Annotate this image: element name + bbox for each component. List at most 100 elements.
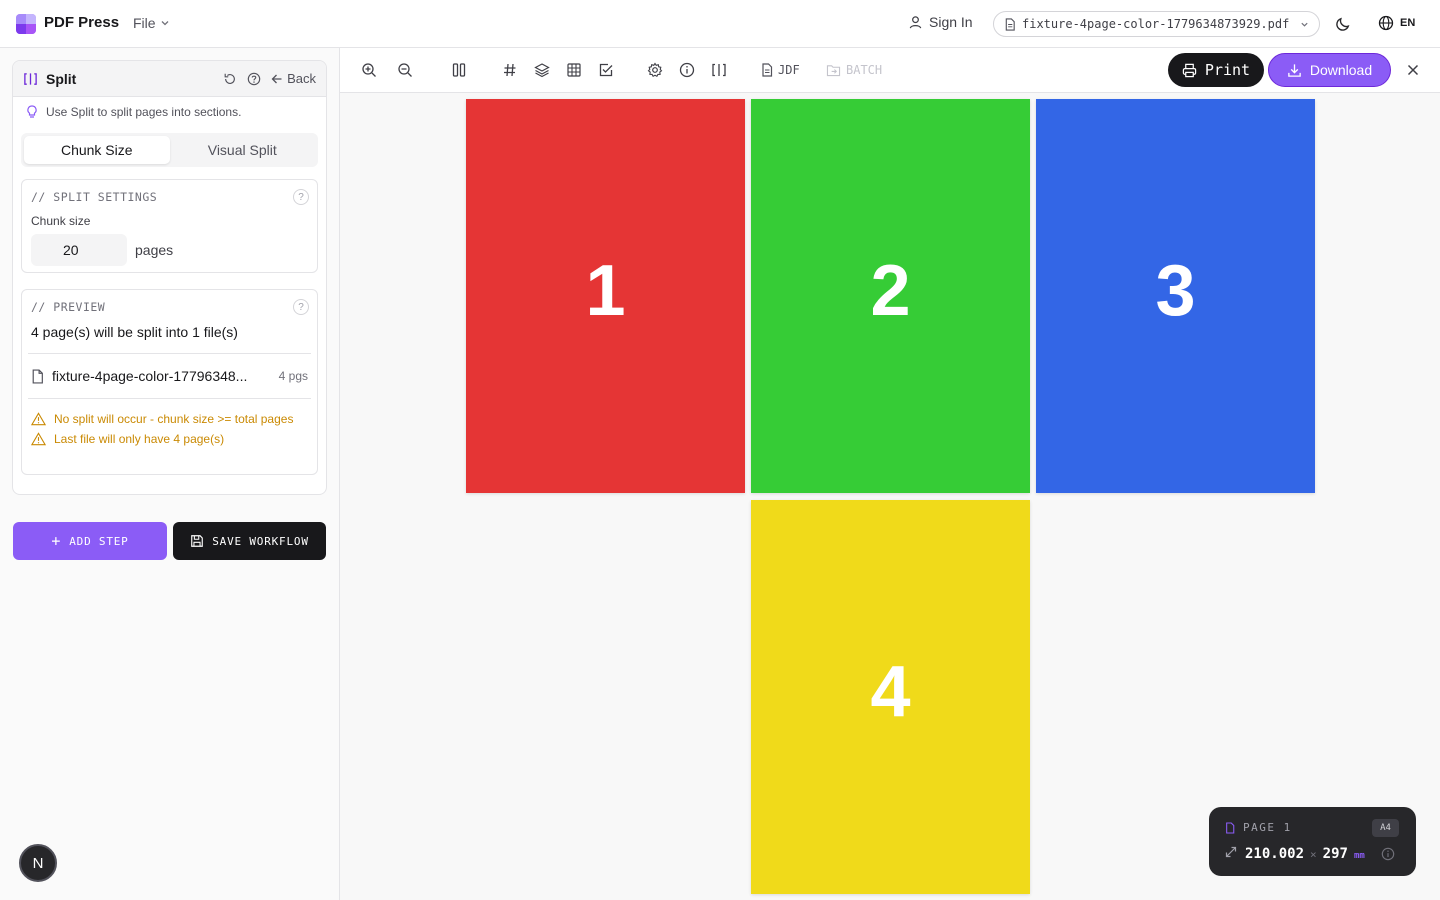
hash-icon[interactable] [502, 62, 518, 78]
page-thumbnail-2[interactable]: 2 [751, 99, 1030, 493]
split-settings-card: // SPLIT SETTINGS ? Chunk size 20 pages [21, 179, 318, 273]
n-badge-button[interactable]: N [19, 844, 57, 882]
paper-size-badge: A4 [1372, 819, 1399, 837]
page-width: 210.002 [1245, 846, 1305, 862]
check-square-icon[interactable] [598, 62, 614, 78]
close-icon[interactable] [1405, 62, 1421, 78]
back-button[interactable]: Back [271, 71, 316, 86]
download-button[interactable]: Download [1268, 53, 1391, 87]
chevron-down-icon [161, 21, 169, 26]
download-label: Download [1309, 62, 1373, 78]
jdf-label: JDF [778, 63, 800, 77]
sidebar: Split Back Use Split to split pages into… [0, 48, 340, 900]
page-thumbnail-4[interactable]: 4 [751, 500, 1030, 894]
warning-row: Last file will only have 4 page(s) [22, 431, 317, 447]
split-icon[interactable] [711, 62, 727, 78]
chunk-size-unit: pages [135, 242, 174, 258]
lightbulb-icon [27, 105, 37, 118]
page-height: 297 [1322, 846, 1348, 862]
file-menu[interactable]: File [133, 15, 170, 31]
printer-icon [1182, 63, 1197, 77]
reset-icon[interactable] [223, 72, 237, 86]
tab-chunk-size[interactable]: Chunk Size [24, 136, 170, 164]
unit-label: mm [1353, 851, 1365, 861]
times-sign: × [1310, 848, 1317, 861]
sign-in-label: Sign In [929, 14, 973, 30]
language-selector[interactable]: EN [1378, 15, 1415, 31]
print-label: Print [1204, 61, 1251, 79]
resize-icon [1225, 846, 1237, 858]
plus-icon: + [51, 532, 62, 550]
theme-toggle-button[interactable] [1335, 15, 1352, 37]
page-number: 2 [870, 251, 911, 331]
page-dimensions: 210.002 × 297 mm [1225, 846, 1365, 862]
back-label: Back [287, 71, 316, 86]
save-workflow-button[interactable]: SAVE WORKFLOW [173, 522, 326, 560]
top-bar: PDF Press File Sign In fixture-4page-col… [0, 0, 1440, 48]
tool-hint: Use Split to split pages into sections. [13, 97, 326, 119]
grid-icon[interactable] [566, 62, 582, 78]
warning-icon [31, 412, 46, 426]
app-logo-icon[interactable] [16, 14, 36, 34]
print-button[interactable]: Print [1168, 53, 1264, 87]
save-workflow-label: SAVE WORKFLOW [212, 534, 309, 548]
warning-row: No split will occur - chunk size >= tota… [22, 411, 317, 427]
layers-icon[interactable] [534, 62, 550, 78]
divider [28, 398, 311, 399]
globe-icon [1378, 15, 1394, 31]
file-icon [1005, 17, 1015, 31]
arrow-left-icon [271, 74, 282, 83]
help-icon[interactable]: ? [293, 189, 309, 205]
add-step-button[interactable]: + ADD STEP [13, 522, 167, 560]
preview-file-row: fixture-4page-color-17796348... 4 pgs [22, 354, 317, 398]
folder-export-icon [826, 64, 841, 76]
chevron-down-icon [1301, 22, 1308, 27]
batch-label: BATCH [846, 63, 883, 77]
tab-visual-split[interactable]: Visual Split [170, 136, 316, 164]
split-tool-panel: Split Back Use Split to split pages into… [12, 60, 327, 495]
split-icon [24, 72, 37, 85]
settings-icon[interactable] [647, 62, 663, 78]
tool-title: Split [46, 70, 77, 87]
preview-card: // PREVIEW ? 4 page(s) will be split int… [21, 289, 318, 475]
help-icon[interactable] [247, 72, 261, 86]
moon-icon [1336, 17, 1350, 31]
download-icon [1288, 63, 1301, 77]
page-number: 3 [1155, 251, 1196, 331]
help-icon[interactable]: ? [293, 299, 309, 315]
warning-icon [31, 432, 46, 446]
language-label: EN [1400, 17, 1416, 29]
file-icon [32, 368, 43, 384]
page-thumbnail-3[interactable]: 3 [1036, 99, 1315, 493]
add-step-label: ADD STEP [69, 534, 129, 548]
file-selector-name: fixture-4page-color-1779634873929.pdf [1022, 17, 1290, 31]
tool-header: Split Back [13, 61, 326, 97]
zoom-out-icon[interactable] [397, 62, 413, 78]
file-icon [1226, 821, 1235, 834]
save-icon [191, 535, 204, 547]
file-menu-label: File [133, 15, 156, 31]
user-icon [909, 15, 922, 28]
preview-summary: 4 page(s) will be split into 1 file(s) [31, 324, 238, 340]
info-icon[interactable] [679, 62, 695, 78]
zoom-in-icon[interactable] [361, 62, 377, 78]
app-name: PDF Press [44, 14, 120, 31]
page-thumbnail-1[interactable]: 1 [466, 99, 745, 493]
page-number: 1 [585, 251, 626, 331]
info-icon[interactable] [1381, 847, 1395, 861]
columns-icon[interactable] [451, 62, 467, 78]
page-info-label: PAGE 1 [1225, 821, 1292, 834]
mode-tabs: Chunk Size Visual Split [21, 133, 318, 167]
file-icon [762, 63, 773, 77]
preview-file-pages: 4 pgs [278, 369, 308, 383]
file-selector[interactable]: fixture-4page-color-1779634873929.pdf [993, 11, 1320, 37]
viewer-toolbar: JDF BATCH Print Download [340, 48, 1440, 93]
page-info-panel: PAGE 1 A4 210.002 × 297 mm [1209, 807, 1416, 876]
sign-in-button[interactable]: Sign In [908, 14, 973, 30]
jdf-button[interactable]: JDF [761, 63, 800, 77]
batch-button[interactable]: BATCH [826, 63, 882, 77]
split-settings-label: // SPLIT SETTINGS [31, 190, 158, 204]
page-number: 4 [870, 652, 911, 732]
warning-text: Last file will only have 4 page(s) [54, 432, 225, 446]
chunk-size-input[interactable]: 20 [31, 234, 127, 266]
